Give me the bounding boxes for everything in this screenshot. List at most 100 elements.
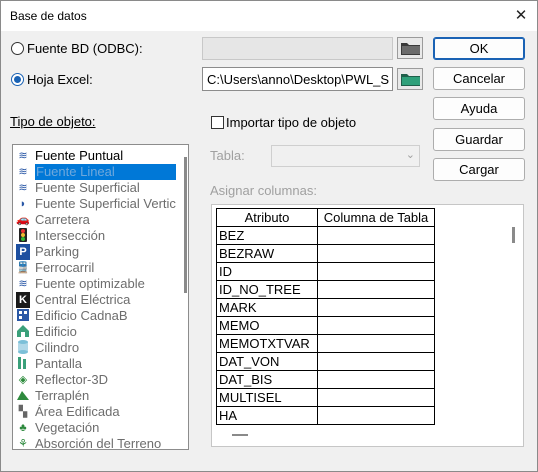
load-button[interactable]: Cargar [433,158,525,181]
list-item-label: Vegetación [35,420,100,435]
list-item[interactable]: ◗ Fuente Superficial Vertic [15,196,187,212]
building-cadnab-icon [15,308,31,324]
table-cell[interactable] [317,280,435,299]
table-row[interactable]: MEMO [216,316,435,335]
list-item[interactable]: 🚗 Carretera [15,212,187,228]
reflector-icon: ◈ [18,374,28,386]
table-row[interactable]: HA [216,406,435,425]
area-source-icon: ≋ [18,182,28,194]
table-row[interactable]: MEMOTXTVAR [216,334,435,353]
list-item-label: Carretera [35,212,90,227]
table-cell[interactable] [317,352,435,371]
object-type-label-text: Tipo de objeto: [10,114,96,129]
chevron-down-icon: ⌄ [405,149,415,161]
table-cell[interactable] [317,298,435,317]
import-type-checkbox[interactable] [211,116,224,129]
list-item[interactable]: Edificio [15,324,187,340]
table-cell[interactable] [317,406,435,425]
list-item[interactable]: ▚ Área Edificada [15,404,187,420]
ground-absorption-icon: ⚘ [18,438,28,450]
help-button[interactable]: Ayuda [433,97,525,120]
list-item[interactable]: Cilindro [15,340,187,356]
power-plant-icon: K [16,292,30,308]
excel-path-field[interactable]: C:\Users\anno\Desktop\PWL_S [202,67,393,91]
table-cell[interactable] [317,334,435,353]
vegetation-icon: ♣ [19,422,27,434]
table-cell[interactable] [317,388,435,407]
list-item-label: Pantalla [35,356,82,371]
window-title: Base de datos [10,9,87,23]
object-type-list[interactable]: ≋ Fuente Puntual ≋ Fuente Lineal ≋ Fuent… [12,144,189,450]
table-cell: MEMOTXTVAR [216,334,318,353]
columns-table[interactable]: Atributo Columna de Tabla BEZ BEZRAW ID … [216,208,435,425]
point-source-icon: ≋ [18,150,28,162]
column-header: Columna de Tabla [317,208,435,227]
folder-icon[interactable] [397,37,423,59]
list-item[interactable]: ≋ Fuente Superficial [15,180,187,196]
table-cell[interactable] [317,262,435,281]
list-item[interactable]: 🚆 Ferrocarril [15,260,187,276]
list-item-label: Fuente Superficial [35,180,140,195]
list-item[interactable]: P Parking [15,244,187,260]
list-item[interactable]: ≋ Fuente Puntual [15,148,187,164]
table-row[interactable]: MULTISEL [216,388,435,407]
table-hscroll-thumb[interactable] [232,434,248,436]
table-select[interactable]: ⌄ [271,145,420,167]
list-item-label: Cilindro [35,340,80,355]
list-item-label: Reflector-3D [35,372,108,387]
list-item-label: Fuente Superficial Vertic [35,196,176,211]
cancel-button[interactable]: Cancelar [433,67,525,90]
list-item[interactable]: K Central Eléctrica [15,292,187,308]
list-item[interactable]: ◈ Reflector-3D [15,372,187,388]
list-item[interactable]: ♣ Vegetación [15,420,187,436]
road-icon: 🚗 [16,214,30,226]
list-item[interactable]: Terraplén [15,388,187,404]
table-cell[interactable] [317,244,435,263]
table-cell[interactable] [317,316,435,335]
table-cell: BEZ [216,226,318,245]
table-cell: ID [216,262,318,281]
table-row[interactable]: BEZ [216,226,435,245]
line-source-icon: ≋ [18,166,28,178]
table-cell: MULTISEL [216,388,318,407]
table-label: Tabla: [210,148,245,163]
list-item-selected[interactable]: ≋ Fuente Lineal [15,164,187,180]
assign-columns-label: Asignar columnas: [210,183,317,198]
table-vscroll-thumb[interactable] [512,227,515,243]
radio-excel[interactable] [11,73,24,86]
table-cell: HA [216,406,318,425]
close-icon[interactable]: ✕ [510,5,532,27]
table-cell[interactable] [317,226,435,245]
list-item[interactable]: Intersección [15,228,187,244]
list-item[interactable]: Pantalla [15,356,187,372]
radio-bd-odbc[interactable] [11,42,24,55]
table-cell: MARK [216,298,318,317]
table-row[interactable]: ID_NO_TREE [216,280,435,299]
table-row[interactable]: MARK [216,298,435,317]
table-row[interactable]: DAT_BIS [216,370,435,389]
list-item[interactable]: ⚘ Absorción del Terreno [15,436,187,450]
list-scrollbar-thumb[interactable] [184,157,187,293]
built-area-icon: ▚ [18,406,28,418]
table-cell: ID_NO_TREE [216,280,318,299]
list-item[interactable]: Edificio CadnaB [15,308,187,324]
bd-path-field [202,37,393,60]
folder-icon[interactable] [397,68,423,90]
table-row[interactable]: BEZRAW [216,244,435,263]
table-row[interactable]: DAT_VON [216,352,435,371]
list-item-label: Absorción del Terreno [35,436,162,450]
table-row[interactable]: ID [216,262,435,281]
list-item[interactable]: ≋ Fuente optimizable [15,276,187,292]
table-cell[interactable] [317,370,435,389]
cylinder-icon [15,340,31,356]
railway-icon: 🚆 [16,262,30,274]
traffic-light-icon [15,228,31,244]
list-item-label: Fuente Lineal [35,164,176,180]
table-cell: MEMO [216,316,318,335]
save-button[interactable]: Guardar [433,128,525,151]
list-item-label: Edificio CadnaB [35,308,128,323]
list-item-label: Parking [35,244,80,259]
ok-button[interactable]: OK [433,37,525,60]
excel-label: Hoja Excel: [27,72,93,87]
optimizable-source-icon: ≋ [18,278,28,290]
